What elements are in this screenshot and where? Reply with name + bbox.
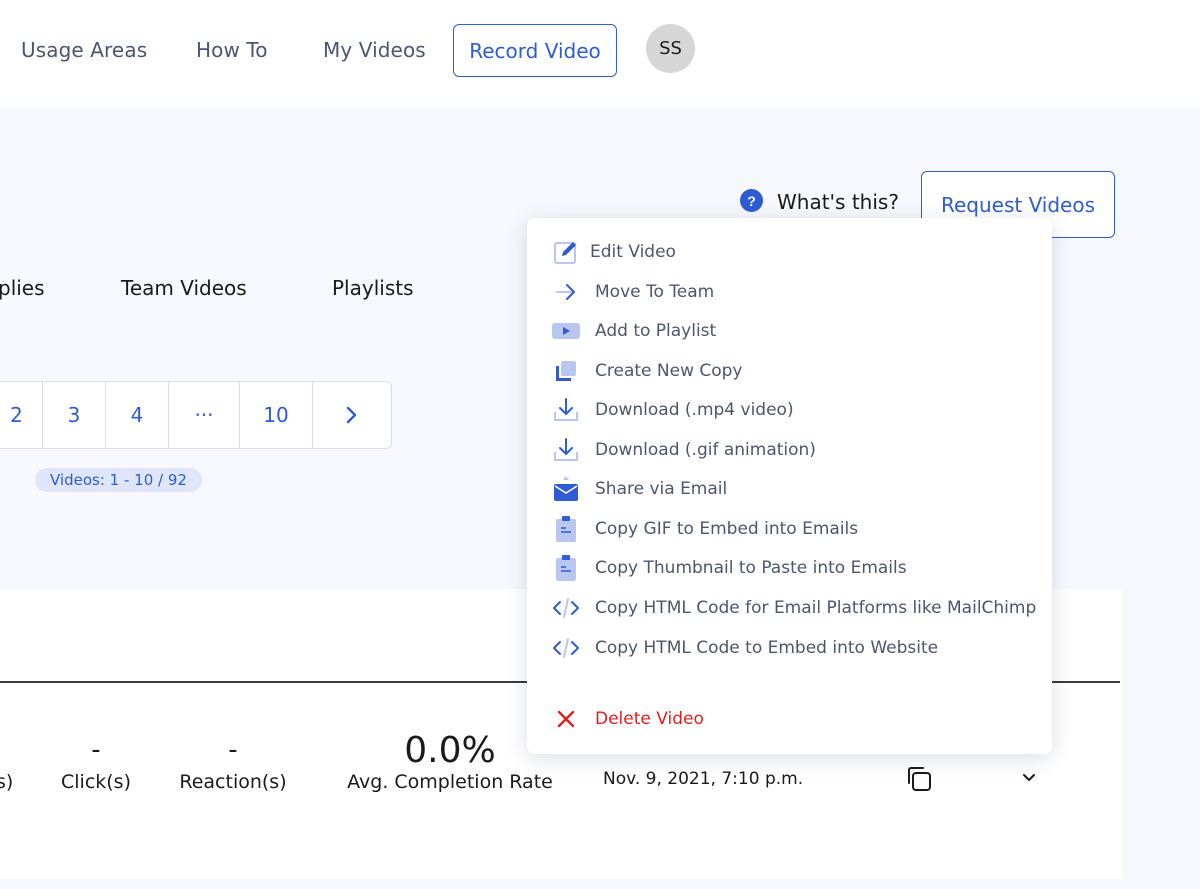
menu-item-label: Copy HTML Code for Email Platforms like … bbox=[595, 598, 1037, 618]
pagination: 2 3 4 ··· 10 bbox=[0, 381, 392, 449]
page-3-button[interactable]: 3 bbox=[43, 382, 106, 448]
menu-item-add-to-playlist[interactable]: Add to Playlist bbox=[527, 314, 1052, 348]
page-4-button[interactable]: 4 bbox=[106, 382, 169, 448]
email-icon bbox=[552, 475, 580, 503]
tab-playlists[interactable]: Playlists bbox=[332, 276, 414, 300]
menu-item-copy-thumbnail[interactable]: Copy Thumbnail to Paste into Emails bbox=[527, 551, 1052, 585]
clipboard-icon bbox=[552, 515, 580, 543]
menu-item-label: Share via Email bbox=[595, 479, 728, 499]
nav-link-my-videos[interactable]: My Videos bbox=[323, 38, 426, 62]
menu-item-delete-video[interactable]: Delete Video bbox=[527, 702, 1052, 736]
avatar[interactable]: SS bbox=[646, 24, 695, 73]
menu-item-label: Download (.mp4 video) bbox=[595, 400, 794, 420]
created-date: Nov. 9, 2021, 7:10 p.m. bbox=[603, 769, 804, 789]
edit-icon bbox=[552, 238, 580, 266]
whats-this-link[interactable]: What's this? bbox=[777, 190, 899, 214]
menu-item-create-new-copy[interactable]: Create New Copy bbox=[527, 354, 1052, 388]
chevron-right-icon bbox=[346, 406, 357, 424]
menu-item-label: Delete Video bbox=[595, 709, 704, 729]
code-icon bbox=[552, 594, 580, 622]
tab-team-videos[interactable]: Team Videos bbox=[121, 276, 247, 300]
help-icon[interactable]: ? bbox=[740, 189, 763, 212]
page-10-button[interactable]: 10 bbox=[240, 382, 313, 448]
completion-rate-label: Avg. Completion Rate bbox=[347, 771, 553, 793]
menu-item-edit-video[interactable]: Edit Video bbox=[527, 235, 1052, 269]
page-2-button[interactable]: 2 bbox=[0, 382, 43, 448]
nav-link-how-to[interactable]: How To bbox=[196, 38, 268, 62]
page-ellipsis: ··· bbox=[169, 382, 240, 448]
menu-item-label: Add to Playlist bbox=[595, 321, 717, 341]
menu-item-label: Copy GIF to Embed into Emails bbox=[595, 519, 859, 539]
views-label: s) bbox=[0, 771, 14, 793]
menu-item-copy-gif[interactable]: Copy GIF to Embed into Emails bbox=[527, 512, 1052, 546]
menu-item-copy-html-website[interactable]: Copy HTML Code to Embed into Website bbox=[527, 631, 1052, 665]
menu-item-label: Download (.gif animation) bbox=[595, 440, 816, 460]
video-actions-menu: Edit Video Move To Team Add to Playlist … bbox=[527, 218, 1052, 754]
menu-item-share-email[interactable]: Share via Email bbox=[527, 472, 1052, 506]
playlist-icon bbox=[552, 317, 580, 345]
chevron-down-icon[interactable] bbox=[1021, 771, 1037, 790]
completion-rate-value: 0.0% bbox=[404, 730, 496, 771]
menu-item-move-to-team[interactable]: Move To Team bbox=[527, 275, 1052, 309]
top-nav: Usage Areas How To My Videos Record Vide… bbox=[0, 0, 1200, 106]
menu-item-label: Move To Team bbox=[595, 282, 715, 302]
menu-item-label: Copy HTML Code to Embed into Website bbox=[595, 638, 939, 658]
menu-item-download-gif[interactable]: Download (.gif animation) bbox=[527, 433, 1052, 467]
menu-item-copy-html-email[interactable]: Copy HTML Code for Email Platforms like … bbox=[527, 591, 1052, 625]
clicks-value: - bbox=[91, 735, 101, 765]
menu-item-label: Copy Thumbnail to Paste into Emails bbox=[595, 558, 907, 578]
nav-link-usage-areas[interactable]: Usage Areas bbox=[21, 38, 147, 62]
arrow-right-icon bbox=[552, 278, 580, 306]
reactions-label: Reaction(s) bbox=[179, 771, 287, 793]
clicks-label: Click(s) bbox=[61, 771, 131, 793]
reactions-value: - bbox=[228, 735, 238, 765]
duplicate-icon bbox=[552, 357, 580, 385]
next-page-button[interactable] bbox=[313, 382, 391, 448]
tab-replies[interactable]: plies bbox=[0, 276, 45, 300]
videos-count-badge: Videos: 1 - 10 / 92 bbox=[35, 468, 202, 492]
download-icon bbox=[552, 436, 580, 464]
menu-item-label: Edit Video bbox=[590, 242, 676, 262]
close-icon bbox=[552, 705, 580, 733]
menu-item-download-mp4[interactable]: Download (.mp4 video) bbox=[527, 393, 1052, 427]
code-icon bbox=[552, 634, 580, 662]
record-video-button[interactable]: Record Video bbox=[453, 24, 617, 77]
download-icon bbox=[552, 396, 580, 424]
clipboard-icon bbox=[552, 554, 580, 582]
menu-item-label: Create New Copy bbox=[595, 361, 743, 381]
copy-link-icon[interactable] bbox=[904, 764, 934, 799]
